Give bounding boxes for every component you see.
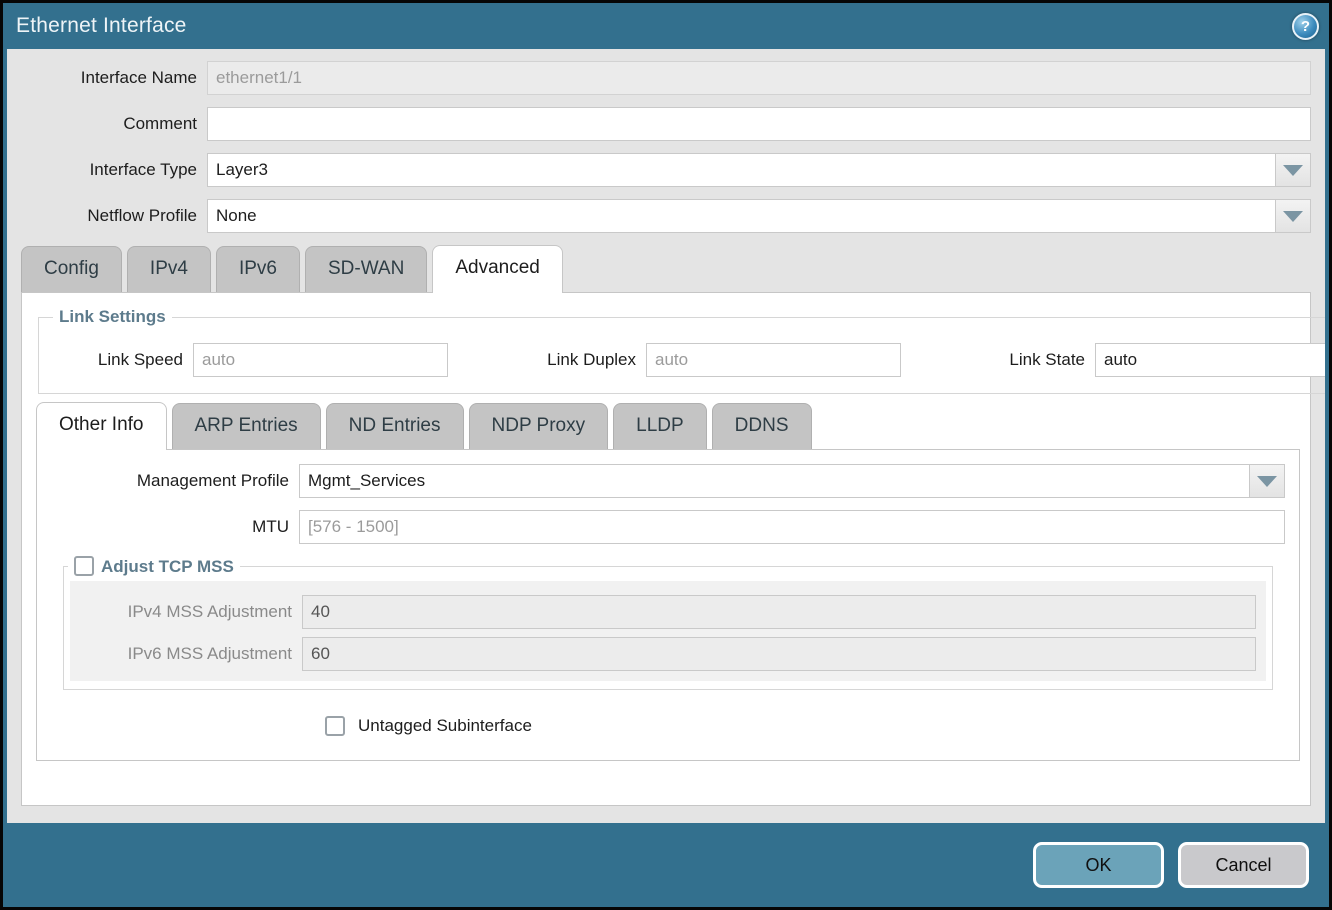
link-state-value[interactable] — [1095, 343, 1325, 377]
tab-ipv4[interactable]: IPv4 — [127, 246, 211, 292]
link-duplex-field[interactable] — [646, 343, 901, 377]
untagged-subinterface-label: Untagged Subinterface — [358, 716, 532, 736]
link-speed-field[interactable] — [193, 343, 448, 377]
subtab-ddns[interactable]: DDNS — [712, 403, 812, 449]
interface-type-label: Interface Type — [7, 160, 207, 180]
interface-type-dropdown-button[interactable] — [1275, 153, 1311, 187]
interface-type-dropdown[interactable] — [207, 153, 1311, 187]
netflow-profile-label: Netflow Profile — [7, 206, 207, 226]
interface-name-label: Interface Name — [7, 68, 207, 88]
chevron-down-icon — [1283, 165, 1303, 176]
ipv6-mss-label: IPv6 MSS Adjustment — [70, 644, 302, 664]
subtab-ndp-proxy[interactable]: NDP Proxy — [469, 403, 609, 449]
interface-type-row: Interface Type — [7, 153, 1311, 187]
main-tabs: Config IPv4 IPv6 SD-WAN Advanced — [7, 245, 1325, 292]
subtab-other-info[interactable]: Other Info — [36, 402, 167, 450]
ipv4-mss-field — [302, 595, 1256, 629]
ipv6-mss-row: IPv6 MSS Adjustment — [70, 637, 1256, 671]
sub-tabs: Other Info ARP Entries ND Entries NDP Pr… — [22, 402, 1310, 449]
management-profile-label: Management Profile — [37, 471, 299, 491]
tab-advanced[interactable]: Advanced — [432, 245, 563, 293]
other-info-panel: Management Profile MTU Adjust TCP MSS — [36, 449, 1300, 761]
dialog-footer: OK Cancel — [3, 823, 1329, 907]
chevron-down-icon — [1257, 476, 1277, 487]
comment-row: Comment — [7, 107, 1311, 141]
management-profile-row: Management Profile — [37, 464, 1285, 498]
adjust-tcp-mss-fieldset: Adjust TCP MSS IPv4 MSS Adjustment IPv6 … — [63, 556, 1273, 690]
mtu-row: MTU — [37, 510, 1285, 544]
interface-name-row: Interface Name — [7, 61, 1311, 95]
ipv4-mss-label: IPv4 MSS Adjustment — [70, 602, 302, 622]
subtab-arp-entries[interactable]: ARP Entries — [172, 403, 321, 449]
netflow-profile-dropdown-button[interactable] — [1275, 199, 1311, 233]
adjust-tcp-mss-legend: Adjust TCP MSS — [68, 556, 240, 577]
ok-button[interactable]: OK — [1033, 842, 1164, 888]
comment-field[interactable] — [207, 107, 1311, 141]
netflow-profile-row: Netflow Profile — [7, 199, 1311, 233]
mss-disabled-area: IPv4 MSS Adjustment IPv6 MSS Adjustment — [70, 581, 1266, 681]
interface-name-field — [207, 61, 1311, 95]
mtu-field[interactable] — [299, 510, 1285, 544]
link-settings-fieldset: Link Settings Link Speed Link Duplex Lin… — [38, 307, 1325, 394]
untagged-subinterface-row: Untagged Subinterface — [325, 716, 1299, 736]
cancel-button[interactable]: Cancel — [1178, 842, 1309, 888]
tab-sdwan[interactable]: SD-WAN — [305, 246, 427, 292]
advanced-tab-panel: Link Settings Link Speed Link Duplex Lin… — [21, 292, 1311, 806]
subtab-lldp[interactable]: LLDP — [613, 403, 707, 449]
adjust-tcp-mss-legend-text: Adjust TCP MSS — [101, 557, 234, 576]
dialog-title: Ethernet Interface — [16, 14, 187, 38]
tab-config[interactable]: Config — [21, 246, 122, 292]
link-state-label: Link State — [963, 350, 1095, 370]
help-icon[interactable]: ? — [1292, 13, 1319, 40]
link-settings-legend: Link Settings — [53, 307, 172, 327]
chevron-down-icon — [1283, 211, 1303, 222]
link-state-dropdown[interactable] — [1095, 343, 1325, 377]
management-profile-dropdown[interactable] — [299, 464, 1285, 498]
link-speed-label: Link Speed — [49, 350, 193, 370]
titlebar: Ethernet Interface ? — [3, 3, 1329, 49]
link-duplex-label: Link Duplex — [496, 350, 646, 370]
mtu-label: MTU — [37, 517, 299, 537]
untagged-subinterface-checkbox[interactable] — [325, 716, 345, 736]
ipv4-mss-row: IPv4 MSS Adjustment — [70, 595, 1256, 629]
tab-ipv6[interactable]: IPv6 — [216, 246, 300, 292]
management-profile-dropdown-button[interactable] — [1249, 464, 1285, 498]
ipv6-mss-field — [302, 637, 1256, 671]
management-profile-value[interactable] — [299, 464, 1249, 498]
adjust-tcp-mss-checkbox[interactable] — [74, 556, 94, 576]
interface-type-value[interactable] — [207, 153, 1275, 187]
netflow-profile-value[interactable] — [207, 199, 1275, 233]
comment-label: Comment — [7, 114, 207, 134]
ethernet-interface-dialog: Ethernet Interface ? Interface Name Comm… — [0, 0, 1332, 910]
netflow-profile-dropdown[interactable] — [207, 199, 1311, 233]
subtab-nd-entries[interactable]: ND Entries — [326, 403, 464, 449]
dialog-body: Interface Name Comment Interface Type Ne… — [7, 49, 1325, 823]
link-settings-row: Link Speed Link Duplex Link State — [49, 343, 1325, 377]
